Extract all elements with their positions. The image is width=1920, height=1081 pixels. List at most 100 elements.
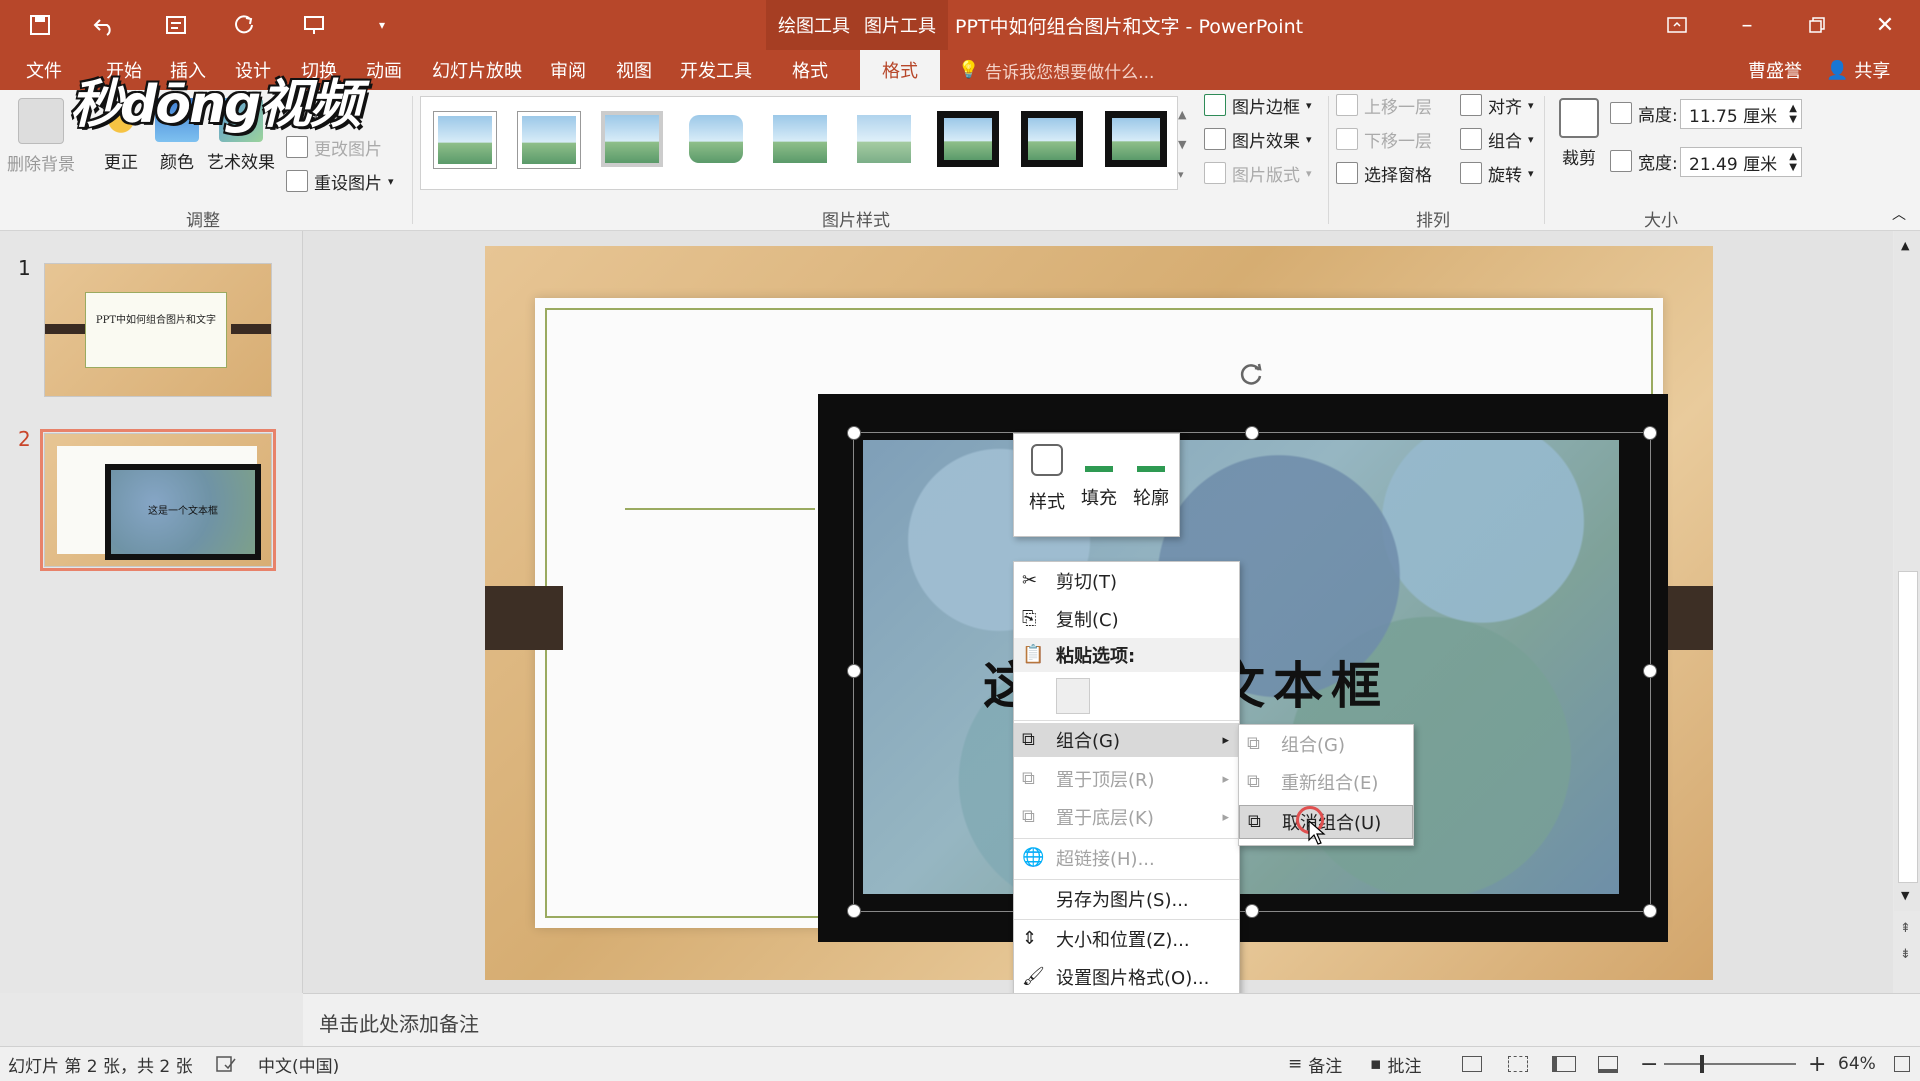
scroll-up-icon[interactable]: ▲ (1901, 239, 1909, 252)
reading-view-icon[interactable] (1552, 1047, 1576, 1081)
picture-border-button[interactable]: 图片边框 ▾ (1204, 90, 1312, 120)
style-thumb-4[interactable] (685, 111, 747, 167)
paste-picture-icon[interactable] (1056, 678, 1090, 714)
zoom-slider[interactable] (1664, 1047, 1796, 1081)
mini-fill-button[interactable]: 填充 (1076, 444, 1122, 510)
height-input[interactable]: 11.75 厘米 ▲ ▼ (1680, 99, 1802, 129)
vertical-scrollbar[interactable]: ▲ ▼ (1894, 231, 1920, 911)
format-paint-icon: 🖌 (1022, 966, 1045, 987)
comments-toggle[interactable]: ▪ 批注 (1370, 1047, 1422, 1081)
menu-group[interactable]: ⧉ 组合(G) ▸ (1014, 723, 1239, 757)
resize-handle-tl[interactable] (847, 426, 861, 440)
menu-separator (1014, 838, 1239, 839)
language-status[interactable]: 中文(中国) (258, 1047, 339, 1081)
customize-toolbar-icon[interactable]: ▾ (372, 0, 392, 50)
picture-styles-gallery[interactable] (420, 96, 1178, 190)
picture-layout-button[interactable]: 图片版式 ▾ (1204, 158, 1312, 188)
style-thumb-9[interactable] (1105, 111, 1167, 167)
menu-bring-to-front[interactable]: ⧉ 置于顶层(R) ▸ (1014, 762, 1239, 796)
resize-handle-bl[interactable] (847, 904, 861, 918)
style-thumb-8[interactable] (1021, 111, 1083, 167)
menu-hyperlink[interactable]: 🌐 超链接(H)... (1014, 841, 1239, 875)
style-thumb-3[interactable] (601, 111, 663, 167)
tell-me-box[interactable]: 💡 告诉我您想要做什么... (958, 50, 1154, 90)
minimize-icon[interactable]: – (1730, 0, 1764, 50)
zoom-slider-thumb[interactable] (1700, 1055, 1704, 1073)
mini-outline-button[interactable]: 轮廓 (1128, 444, 1174, 510)
resize-handle-l[interactable] (847, 664, 861, 678)
zoom-out-icon[interactable]: − (1640, 1047, 1658, 1081)
send-backward-button[interactable]: 下移一层 (1336, 124, 1432, 154)
style-thumb-2[interactable] (517, 111, 581, 169)
menu-size-and-position[interactable]: ⇕ 大小和位置(Z)... (1014, 922, 1239, 956)
scroll-down-icon[interactable]: ▼ (1901, 889, 1909, 902)
picture-effects-button[interactable]: 图片效果 ▾ (1204, 124, 1312, 154)
tab-format-drawing[interactable]: 格式 (792, 50, 828, 90)
change-picture-icon (286, 136, 308, 158)
selection-pane-button[interactable]: 选择窗格 (1336, 158, 1432, 188)
submenu-regroup[interactable]: ⧉ 重新组合(E) (1239, 765, 1413, 799)
resize-handle-tr[interactable] (1643, 426, 1657, 440)
slide-thumbnail-1[interactable]: PPT中如何组合图片和文字 (44, 263, 272, 397)
width-spinner[interactable]: ▲ ▼ (1789, 151, 1797, 173)
close-icon[interactable]: ✕ (1868, 0, 1902, 50)
tab-review[interactable]: 审阅 (550, 50, 586, 90)
menu-send-to-back[interactable]: ⧉ 置于底层(K) ▸ (1014, 800, 1239, 834)
notes-pane[interactable]: 单击此处添加备注 (303, 993, 1920, 1046)
resize-handle-r[interactable] (1643, 664, 1657, 678)
style-thumb-7[interactable] (937, 111, 999, 167)
align-button[interactable]: 对齐 ▾ (1460, 90, 1534, 120)
menu-save-as-picture[interactable]: 另存为图片(S)... (1014, 882, 1239, 916)
resize-handle-b[interactable] (1245, 904, 1259, 918)
style-thumb-6[interactable] (853, 111, 915, 167)
height-spinner[interactable]: ▲ ▼ (1789, 103, 1797, 125)
bring-forward-button[interactable]: 上移一层 (1336, 90, 1432, 120)
tab-developer[interactable]: 开发工具 (680, 50, 752, 90)
present-icon[interactable] (158, 0, 194, 50)
menu-copy[interactable]: ⎘ 复制(C) (1014, 602, 1239, 636)
ribbon-display-icon[interactable] (1660, 0, 1694, 50)
collapse-ribbon-icon[interactable]: ︿ (1892, 204, 1906, 224)
undo-icon[interactable] (86, 0, 122, 50)
tab-view[interactable]: 视图 (616, 50, 652, 90)
tab-file[interactable]: 文件 (26, 50, 62, 90)
gallery-scroll[interactable]: ▲ ▼ ▾ (1178, 100, 1186, 190)
style-thumb-1[interactable] (433, 111, 497, 169)
spellcheck-icon[interactable] (216, 1047, 236, 1081)
submenu-group[interactable]: ⧉ 组合(G) (1239, 727, 1413, 761)
crop-button[interactable]: 裁剪 (1544, 98, 1614, 169)
resize-handle-t[interactable] (1245, 426, 1259, 440)
scroll-thumb[interactable] (1898, 571, 1918, 883)
tab-slideshow[interactable]: 幻灯片放映 (432, 50, 522, 90)
normal-view-icon[interactable] (1462, 1047, 1482, 1081)
menu-cut[interactable]: ✂ 剪切(T) (1014, 564, 1239, 598)
restore-icon[interactable] (1800, 0, 1834, 50)
rotate-handle-icon[interactable] (1237, 360, 1265, 388)
rotate-button[interactable]: 旋转 ▾ (1460, 158, 1534, 188)
fit-slide-icon[interactable] (1894, 1047, 1910, 1081)
slide-sorter-view-icon[interactable] (1508, 1047, 1528, 1081)
slideshow-view-icon[interactable] (1598, 1047, 1618, 1081)
group-button[interactable]: 组合 ▾ (1460, 124, 1534, 154)
user-name[interactable]: 曹盛誉 (1748, 50, 1802, 90)
slide-thumbnail-2[interactable]: 这是一个文本框 (40, 429, 276, 571)
slideshow-icon[interactable] (296, 0, 332, 50)
submenu-ungroup[interactable]: ⧉ 取消组合(U) (1239, 805, 1413, 839)
zoom-in-icon[interactable]: + (1808, 1047, 1826, 1081)
mini-style-button[interactable]: 样式 (1024, 444, 1070, 514)
save-icon[interactable] (22, 0, 58, 50)
notes-toggle[interactable]: ≡ 备注 (1288, 1047, 1342, 1081)
reset-picture-button[interactable]: 重设图片 ▾ (286, 166, 394, 196)
width-input[interactable]: 21.49 厘米 ▲ ▼ (1680, 147, 1802, 177)
style-thumb-5[interactable] (769, 111, 831, 167)
remove-background-button[interactable]: 删除背景 (6, 98, 76, 175)
tab-format-picture[interactable]: 格式 (860, 50, 940, 90)
redo-icon[interactable] (226, 0, 262, 50)
menu-bring-to-front-label: 置于顶层(R) (1056, 770, 1155, 791)
share-button[interactable]: 👤 共享 (1826, 50, 1890, 90)
resize-handle-br[interactable] (1643, 904, 1657, 918)
zoom-level[interactable]: 64% (1838, 1047, 1876, 1081)
menu-format-picture[interactable]: 🖌 设置图片格式(O)... (1014, 960, 1239, 994)
prev-next-slide-icons[interactable]: ⇞ ⇟ (1900, 916, 1911, 968)
tab-animations[interactable]: 动画 (366, 50, 402, 90)
